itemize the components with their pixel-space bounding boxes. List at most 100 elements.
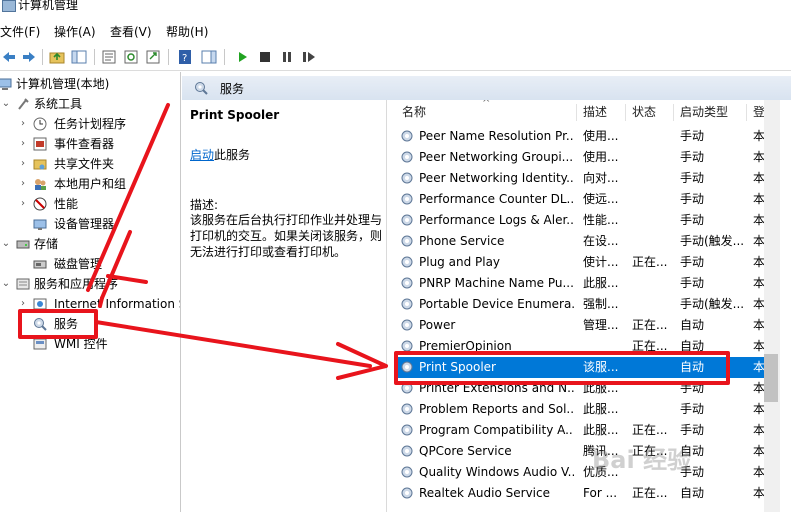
stop-service-icon[interactable] <box>256 48 274 66</box>
service-status-cell <box>632 168 672 189</box>
service-name-cell: Peer Networking Groupi... <box>419 150 574 164</box>
service-status-cell: 正在... <box>632 255 668 269</box>
table-row[interactable]: Problem Reports and Sol... 此服... 手动本 <box>394 399 765 420</box>
service-desc-cell <box>583 336 623 357</box>
table-row[interactable]: PremierOpinion 正在... 自动本 <box>394 336 765 357</box>
table-row[interactable]: Printer Extensions and N... 此服... 手动本 <box>394 378 765 399</box>
service-gear-icon <box>401 340 413 352</box>
chevron-right-icon[interactable]: › <box>18 194 28 214</box>
service-status-cell: 正在... <box>632 486 668 500</box>
service-status-cell <box>632 210 672 231</box>
service-gear-icon <box>401 214 413 226</box>
service-desc-cell: 此服... <box>583 381 619 395</box>
service-desc-cell: 此服... <box>583 402 619 416</box>
table-row[interactable]: Power 管理... 正在... 自动本 <box>394 315 765 336</box>
show-hide-tree-icon[interactable] <box>70 48 88 66</box>
chevron-down-icon[interactable]: ⌄ <box>1 94 11 114</box>
refresh-icon[interactable] <box>122 48 140 66</box>
table-row[interactable]: Quality Windows Audio V... 优质... 手动本 <box>394 462 765 483</box>
table-row[interactable]: Plug and Play 使计... 正在... 手动本 <box>394 252 765 273</box>
service-desc-cell: 使用... <box>583 129 619 143</box>
service-status-cell <box>632 147 672 168</box>
chevron-right-icon[interactable]: › <box>18 174 28 194</box>
sort-ascending-icon: ^ <box>482 100 491 109</box>
table-row[interactable]: Portable Device Enumera... 强制... 手动(触发... 本 <box>394 294 765 315</box>
service-gear-icon <box>401 466 413 478</box>
column-header-name[interactable]: 名称 <box>402 100 426 125</box>
table-row[interactable]: PNRP Machine Name Pu... 此服... 手动本 <box>394 273 765 294</box>
restart-service-icon[interactable] <box>300 48 318 66</box>
tree-label: 服务和应用程序 <box>34 277 119 291</box>
description-text: 该服务在后台执行打印作业并处理与打印机的交互。如果关闭该服务，则无法进行打印或查… <box>190 213 383 259</box>
service-start-type-cell: 手动 <box>680 276 705 290</box>
service-name-cell: PremierOpinion <box>419 339 512 353</box>
service-name-cell: Realtek Audio Service <box>419 486 550 500</box>
back-arrow-icon[interactable] <box>0 48 18 66</box>
service-desc-cell: 此服... <box>583 276 619 290</box>
service-start-type-cell: 手动(触发... <box>680 234 744 248</box>
service-start-type-cell: 手动 <box>680 402 705 416</box>
service-name-cell: Program Compatibility A... <box>419 423 574 437</box>
menu-action[interactable]: 操作(A) <box>54 22 96 42</box>
scrollbar-thumb[interactable] <box>764 354 778 402</box>
service-gear-icon <box>401 319 413 331</box>
pause-service-icon[interactable] <box>278 48 296 66</box>
start-service-icon[interactable] <box>234 48 252 66</box>
column-header-status[interactable]: 状态 <box>632 100 656 125</box>
table-row[interactable]: Peer Networking Groupi... 使用... 手动本 <box>394 147 765 168</box>
chevron-down-icon[interactable]: ⌄ <box>1 274 11 294</box>
chevron-down-icon[interactable]: ⌄ <box>1 234 11 254</box>
chevron-right-icon[interactable]: › <box>18 134 28 154</box>
table-row[interactable]: Peer Networking Identity... 向对... 手动本 <box>394 168 765 189</box>
menu-bar: 文件(F) 操作(A) 查看(V) 帮助(H) <box>0 22 791 42</box>
forward-arrow-icon[interactable] <box>20 48 38 66</box>
service-gear-icon <box>401 403 413 415</box>
vertical-scrollbar[interactable] <box>764 100 780 512</box>
chevron-right-icon[interactable]: › <box>18 294 28 314</box>
service-desc-cell: 此服... <box>583 423 619 437</box>
service-desc-cell: 使远... <box>583 192 619 206</box>
start-service-link[interactable]: 启动 <box>190 148 214 162</box>
table-row[interactable]: Program Compatibility A... 此服... 正在... 手动本 <box>394 420 765 441</box>
service-gear-icon <box>401 361 413 373</box>
help-icon[interactable]: ? <box>176 48 194 66</box>
service-start-type-cell: 手动 <box>680 255 705 269</box>
chevron-right-icon[interactable]: › <box>18 114 28 134</box>
table-row[interactable]: Phone Service 在设... 手动(触发... 本 <box>394 231 765 252</box>
column-header-desc[interactable]: 描述 <box>583 100 607 125</box>
service-name-cell: Problem Reports and Sol... <box>419 402 574 416</box>
service-desc-cell: For ... <box>583 486 618 500</box>
service-name-cell: Portable Device Enumera... <box>419 297 574 311</box>
up-folder-icon[interactable] <box>48 48 66 66</box>
service-gear-icon <box>401 382 413 394</box>
menu-view[interactable]: 查看(V) <box>110 22 152 42</box>
table-row[interactable]: QPCore Service 腾讯... 正在... 自动本 <box>394 441 765 462</box>
column-header-start-type[interactable]: 启动类型 <box>680 100 728 125</box>
service-gear-icon <box>401 487 413 499</box>
service-gear-icon <box>401 130 413 142</box>
tree-label: 存储 <box>34 237 59 251</box>
tree-label: 计算机管理(本地) <box>16 77 110 91</box>
show-action-pane-icon[interactable] <box>200 48 218 66</box>
tree-label: 事件查看器 <box>54 137 115 151</box>
service-status-cell <box>632 231 672 252</box>
menu-help[interactable]: 帮助(H) <box>166 22 208 42</box>
service-detail-pane: Print Spooler 启动此服务 描述: 该服务在后台执行打印作业并处理与… <box>182 100 387 512</box>
menu-file[interactable]: 文件(F) <box>0 22 40 42</box>
service-desc-cell: 强制... <box>583 297 619 311</box>
export-list-icon[interactable] <box>144 48 162 66</box>
properties-icon[interactable] <box>100 48 118 66</box>
services-gear-icon <box>195 82 208 95</box>
table-row[interactable]: Performance Logs & Aler... 性能... 手动本 <box>394 210 765 231</box>
service-desc-cell: 向对... <box>583 171 619 185</box>
table-row[interactable]: Realtek Audio Service For ... 正在... 自动本 <box>394 483 765 504</box>
chevron-right-icon[interactable]: › <box>18 154 28 174</box>
service-status-cell: 正在... <box>632 318 668 332</box>
table-row[interactable]: Performance Counter DL... 使远... 手动本 <box>394 189 765 210</box>
service-gear-icon <box>401 235 413 247</box>
service-gear-icon <box>401 193 413 205</box>
service-status-cell <box>632 399 672 420</box>
service-start-type-cell: 自动 <box>680 318 705 332</box>
table-row[interactable]: Peer Name Resolution Pr... 使用... 手动本 <box>394 126 765 147</box>
table-row[interactable]: Print Spooler 该服... 自动本 <box>394 357 765 378</box>
